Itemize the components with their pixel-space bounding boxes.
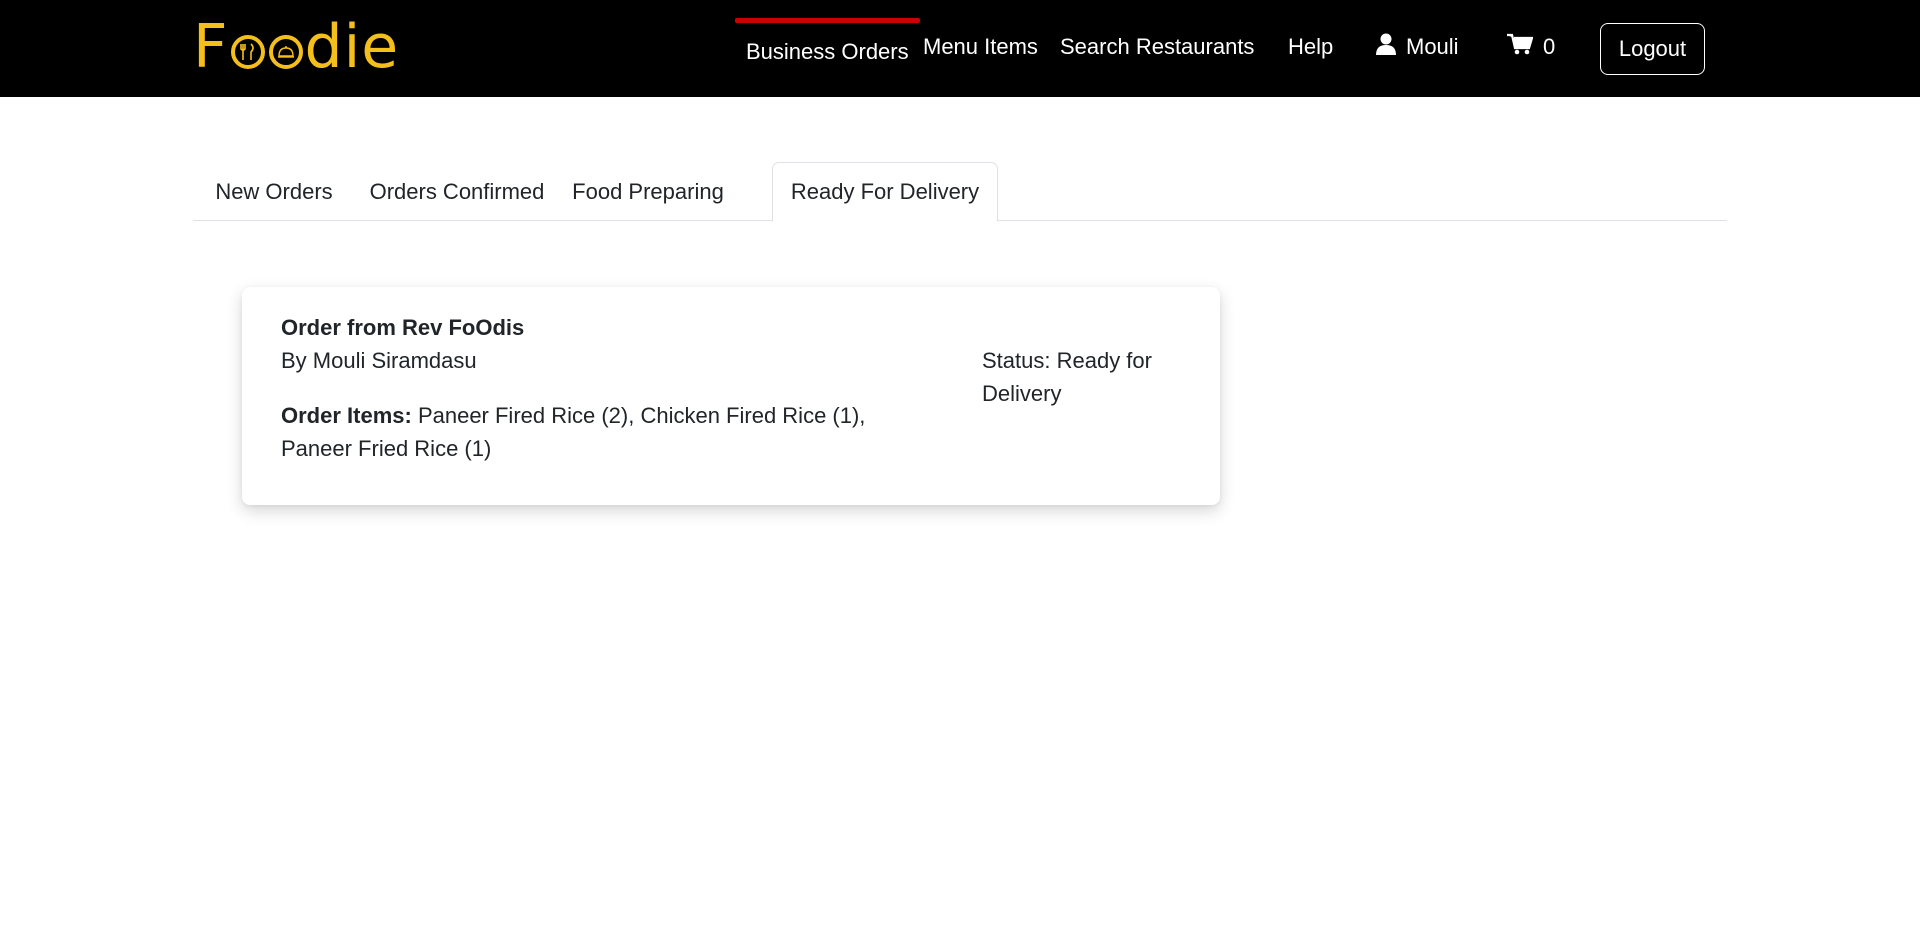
- tab-ready-for-delivery[interactable]: Ready For Delivery: [772, 162, 998, 222]
- cloche-icon: [268, 35, 303, 69]
- nav-business-orders-label: Business Orders: [746, 38, 909, 64]
- tab-food-preparing[interactable]: Food Preparing: [557, 162, 739, 221]
- cart-count: 0: [1543, 33, 1556, 59]
- order-items-label: Order Items:: [281, 403, 412, 428]
- tab-orders-confirmed[interactable]: Orders Confirmed: [357, 162, 557, 221]
- user-name-label: Mouli: [1406, 33, 1459, 59]
- nav-menu-items-label: Menu Items: [923, 33, 1038, 59]
- fork-knife-icon: [230, 35, 265, 69]
- nav-search-restaurants[interactable]: Search Restaurants: [1060, 0, 1254, 97]
- nav-menu-items[interactable]: Menu Items: [923, 0, 1038, 97]
- order-title: Order from Rev FoOdis: [281, 315, 525, 340]
- logo-letters-die: die: [304, 12, 400, 82]
- nav-business-orders[interactable]: Business Orders: [735, 0, 920, 97]
- order-customer: By Mouli Siramdasu: [281, 348, 477, 373]
- shopping-cart-icon: [1507, 33, 1534, 61]
- logout-button[interactable]: Logout: [1600, 23, 1705, 75]
- foodie-logo[interactable]: Fdie: [193, 14, 399, 80]
- order-status: Status: Ready for Delivery: [982, 348, 1152, 406]
- logo-letter-f: F: [193, 12, 229, 82]
- nav-search-restaurants-label: Search Restaurants: [1060, 33, 1255, 59]
- nav-user-profile[interactable]: Mouli: [1376, 0, 1459, 97]
- nav-cart[interactable]: 0: [1507, 0, 1555, 97]
- nav-help[interactable]: Help: [1288, 0, 1333, 97]
- nav-help-label: Help: [1288, 33, 1334, 59]
- order-details: Order from Rev FoOdis By Mouli Siramdasu…: [281, 311, 921, 465]
- tab-new-orders[interactable]: New Orders: [193, 162, 355, 221]
- top-navbar: Fdie Business Orders Menu Items Search R…: [0, 0, 1920, 97]
- user-icon: [1376, 33, 1396, 61]
- order-items: Order Items: Paneer Fired Rice (2), Chic…: [281, 399, 921, 465]
- order-card: Order from Rev FoOdis By Mouli Siramdasu…: [242, 287, 1220, 505]
- order-status-tabs: New Orders Orders Confirmed Food Prepari…: [193, 162, 1727, 222]
